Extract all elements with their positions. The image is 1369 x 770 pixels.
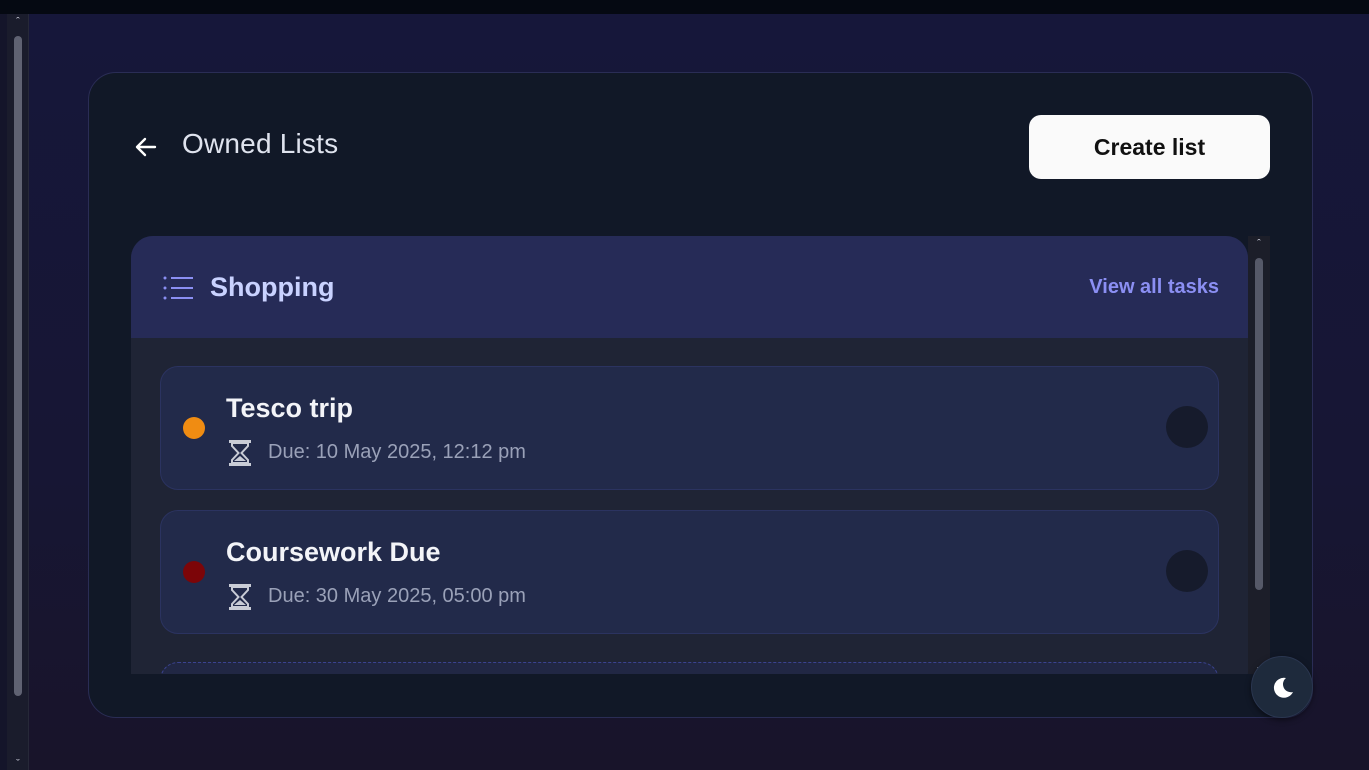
priority-indicator [183, 561, 205, 583]
task-title: Coursework Due [226, 537, 441, 567]
complete-task-toggle[interactable] [1166, 406, 1208, 448]
hourglass-icon [229, 440, 251, 466]
scrollbar-thumb[interactable] [1255, 258, 1263, 590]
top-bar [0, 0, 1369, 14]
moon-icon [1273, 677, 1293, 698]
scrollbar-thumb[interactable] [14, 36, 22, 696]
theme-toggle-button[interactable] [1251, 656, 1313, 718]
scroll-down-icon[interactable]: ˇ [7, 758, 29, 770]
list-name: Shopping [210, 272, 335, 302]
page-scrollbar[interactable]: ˆ ˇ [7, 14, 29, 770]
task-title: Tesco trip [226, 393, 354, 423]
add-task-placeholder[interactable] [160, 662, 1219, 674]
view-all-tasks-link[interactable]: View all tasks [1089, 276, 1219, 299]
list-icon [163, 276, 193, 300]
task-item[interactable]: Coursework Due Due: 30 May 2025, 05:00 p… [160, 510, 1219, 634]
arrow-left-icon[interactable] [133, 134, 159, 160]
task-item[interactable]: Tesco trip Due: 10 May 2025, 12:12 pm [160, 366, 1219, 490]
page-title: Owned Lists [182, 128, 339, 159]
due-date: Due: 10 May 2025, 12:12 pm [268, 441, 526, 463]
scroll-up-icon[interactable]: ˆ [1248, 238, 1270, 250]
hourglass-icon [229, 584, 251, 610]
list-panel: Shopping View all tasks Tesco trip Due: … [131, 236, 1248, 674]
priority-indicator [183, 417, 205, 439]
list-scrollbar[interactable]: ˆ ˇ [1248, 236, 1270, 678]
list-header: Shopping View all tasks [131, 236, 1248, 338]
scroll-up-icon[interactable]: ˆ [7, 16, 29, 28]
complete-task-toggle[interactable] [1166, 550, 1208, 592]
create-list-button[interactable]: Create list [1029, 115, 1270, 179]
due-date: Due: 30 May 2025, 05:00 pm [268, 585, 526, 607]
